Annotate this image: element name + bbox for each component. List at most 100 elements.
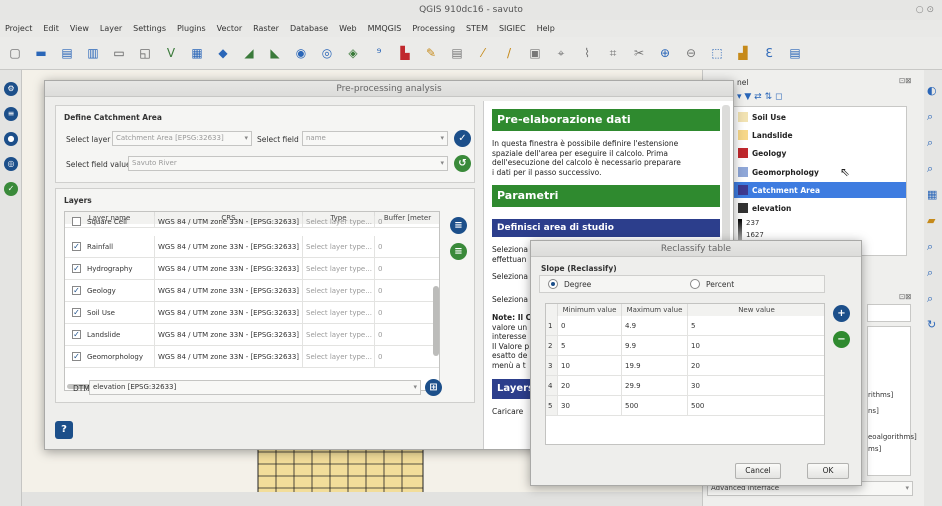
layer-cell-type[interactable]: Select layer type... [303, 236, 375, 258]
plugin-icon[interactable]: ⌕ [927, 266, 933, 280]
open-project-icon[interactable]: ▬ [31, 43, 51, 63]
gear-icon[interactable]: ⚙ [4, 82, 18, 96]
pencil-icon[interactable]: / [499, 43, 519, 63]
select-features-icon[interactable]: ⬚ [707, 43, 727, 63]
processing-search-input[interactable] [867, 304, 911, 322]
zoom-out-icon[interactable]: ⊖ [681, 43, 701, 63]
new-layer-icon[interactable]: ⁹ [369, 43, 389, 63]
save-as-icon[interactable]: ▥ [83, 43, 103, 63]
search-icon[interactable]: ⌕ [927, 136, 933, 150]
select-layer-combo[interactable]: Catchment Area [EPSG:32633] ▾ [112, 131, 252, 146]
new-print-layout-icon[interactable]: ▭ [109, 43, 129, 63]
add-postgis-icon[interactable]: ◆ [213, 43, 233, 63]
grid-icon[interactable]: ▦ [927, 188, 937, 201]
window-controls-icon[interactable]: ○ ⊙ [916, 0, 934, 20]
dtm-combo[interactable]: elevation [EPSG:32633] ▾ [89, 380, 421, 395]
reclass-cell-max[interactable]: 4.9 [622, 316, 688, 336]
check-icon[interactable]: ✓ [4, 182, 18, 196]
degree-radio[interactable] [548, 279, 558, 289]
layers-icon[interactable]: ≡ [4, 107, 18, 121]
reclass-cell-min[interactable]: 20 [558, 376, 622, 396]
panel-close-icon[interactable]: ⊡⊠ [899, 76, 912, 85]
select-field-value-combo[interactable]: Savuto River ▾ [128, 156, 448, 171]
layer-checkbox[interactable] [72, 217, 81, 226]
deselect-icon[interactable]: ▟ [733, 43, 753, 63]
menu-processing[interactable]: Processing [412, 24, 455, 33]
reclass-cell-min[interactable]: 30 [558, 396, 622, 416]
layer-cell-buffer[interactable]: 0 [375, 302, 439, 324]
digitize-icon[interactable]: ✎ [421, 43, 441, 63]
menu-settings[interactable]: Settings [133, 24, 166, 33]
help-button[interactable]: ? [55, 421, 73, 439]
table-list-button[interactable]: ≡ [450, 243, 467, 260]
target-icon[interactable]: ◎ [4, 157, 18, 171]
layer-cell-type[interactable]: Select layer type... [303, 346, 375, 368]
locate-icon[interactable]: ⌕ [927, 292, 933, 306]
add-delimited-icon[interactable]: ◈ [343, 43, 363, 63]
toggle-editing-icon[interactable]: ⁄ [473, 43, 493, 63]
layer-checkbox[interactable]: ✓ [72, 352, 81, 361]
menu-raster[interactable]: Raster [253, 24, 279, 33]
add-row-button[interactable]: + [833, 305, 850, 322]
attribute-table-icon[interactable]: ▤ [785, 43, 805, 63]
droplet-icon[interactable]: ● [4, 132, 18, 146]
menu-edit[interactable]: Edit [43, 24, 59, 33]
add-wcs-icon[interactable]: ◉ [291, 43, 311, 63]
delete-selected-icon[interactable]: ✂ [629, 43, 649, 63]
node-tool-icon[interactable]: ⌗ [603, 43, 623, 63]
select-field-combo[interactable]: name ▾ [302, 131, 448, 146]
save-edits-icon[interactable]: ▣ [525, 43, 545, 63]
reclass-cell-max[interactable]: 9.9 [622, 336, 688, 356]
dtm-grid-button[interactable]: ⊞ [425, 379, 442, 396]
reclass-cell-new[interactable]: 10 [688, 336, 824, 356]
layer-cell-buffer[interactable]: 0 [375, 324, 439, 346]
layout-manager-icon[interactable]: ◱ [135, 43, 155, 63]
menu-layer[interactable]: Layer [100, 24, 122, 33]
add-spatialite-icon[interactable]: ◢ [239, 43, 259, 63]
toolbox-item-fragment-2[interactable]: ns] [868, 407, 879, 415]
menu-view[interactable]: View [70, 24, 89, 33]
reclass-cell-new[interactable]: 5 [688, 316, 824, 336]
menu-database[interactable]: Database [290, 24, 328, 33]
reclass-cell-new[interactable]: 30 [688, 376, 824, 396]
refresh-icon[interactable]: ↻ [927, 318, 936, 331]
reclass-cell-new[interactable]: 500 [688, 396, 824, 416]
layer-checkbox[interactable]: ✓ [72, 242, 81, 251]
confirm-layer-button[interactable]: ✓ [454, 130, 471, 147]
zoom-tool-icon[interactable]: ⌕ [927, 110, 933, 124]
zoom-in-icon[interactable]: ⊕ [655, 43, 675, 63]
ok-button[interactable]: OK [807, 463, 849, 479]
refresh-value-button[interactable]: ↺ [454, 155, 471, 172]
layer-item-elevation[interactable]: elevation [752, 204, 791, 213]
layer-item-geology[interactable]: Geology [752, 149, 786, 158]
bookmark-icon[interactable]: ▰ [927, 214, 935, 227]
add-vector-layer-icon[interactable]: V [161, 43, 181, 63]
layer-cell-buffer[interactable]: 0 [375, 258, 439, 280]
layer-cell-buffer[interactable]: 0 [375, 216, 439, 228]
current-edits-icon[interactable]: ▤ [447, 43, 467, 63]
panel2-close-icon[interactable]: ⊡⊠ [899, 292, 912, 301]
layer-item-soil-use[interactable]: Soil Use [752, 113, 786, 122]
reclass-cell-min[interactable]: 0 [558, 316, 622, 336]
menu-project[interactable]: Project [5, 24, 32, 33]
save-project-icon[interactable]: ▤ [57, 43, 77, 63]
layer-cell-buffer[interactable]: 0 [375, 236, 439, 258]
toolbox-item-fragment-1[interactable]: rithms] [868, 391, 893, 399]
menu-sigiec[interactable]: SIGIEC [499, 24, 526, 33]
cancel-button[interactable]: Cancel [735, 463, 781, 479]
reclass-cell-max[interactable]: 29.9 [622, 376, 688, 396]
new-shapefile-icon[interactable]: ▙ [395, 43, 415, 63]
menu-web[interactable]: Web [339, 24, 356, 33]
toolbox-item-fragment-4[interactable]: ms] [868, 445, 881, 453]
reclass-cell-min[interactable]: 10 [558, 356, 622, 376]
reclass-cell-max[interactable]: 19.9 [622, 356, 688, 376]
remove-row-button[interactable]: − [833, 331, 850, 348]
menu-help[interactable]: Help [537, 24, 555, 33]
reclass-cell-min[interactable]: 5 [558, 336, 622, 356]
table-menu-button[interactable]: ≡ [450, 217, 467, 234]
menu-mmqgis[interactable]: MMQGIS [368, 24, 402, 33]
layer-item-catchment-area[interactable]: Catchment Area [752, 186, 820, 195]
move-feature-icon[interactable]: ⌇ [577, 43, 597, 63]
menu-plugins[interactable]: Plugins [177, 24, 206, 33]
layer-item-geomorphology[interactable]: Geomorphology [752, 168, 819, 177]
